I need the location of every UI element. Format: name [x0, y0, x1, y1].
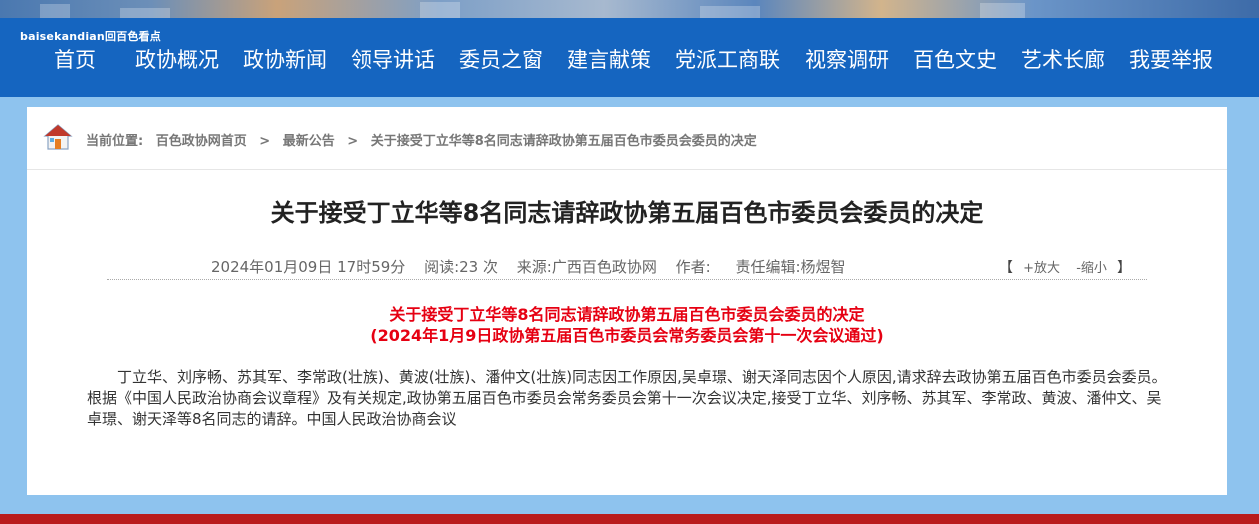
nav-item-home[interactable]: 首页: [54, 44, 96, 74]
nav-item-report[interactable]: 我要举报: [1129, 44, 1213, 74]
nav-item-news[interactable]: 政协新闻: [243, 44, 327, 74]
breadcrumb-home-link[interactable]: 百色政协网首页: [156, 134, 247, 149]
divider: [27, 169, 1227, 170]
article-meta: 2024年01月09日 17时59分 阅读:23 次 来源:广西百色政协网 作者…: [211, 256, 860, 277]
zoom-bracket-close: 】: [1117, 260, 1132, 276]
publish-datetime: 2024年01月09日 17时59分: [211, 258, 406, 276]
breadcrumb: 当前位置: 百色政协网首页 > 最新公告 > 关于接受丁立华等8名同志请辞政协第…: [86, 130, 757, 149]
article-title: 关于接受丁立华等8名同志请辞政协第五届百色市委员会委员的决定: [270, 199, 984, 227]
nav-item-art-gallery[interactable]: 艺术长廊: [1021, 44, 1105, 74]
top-banner-image: [0, 0, 1259, 18]
nav-item-proposals[interactable]: 建言献策: [567, 44, 651, 74]
main-navbar: baisekandian回百色看点 首页 政协概况 政协新闻 领导讲话 委员之窗…: [0, 18, 1259, 97]
article-author: 作者:: [675, 258, 711, 276]
breadcrumb-separator: >: [347, 134, 359, 149]
home-icon: [43, 122, 73, 152]
site-logo-text: baisekandian回百色看点: [20, 30, 161, 43]
breadcrumb-label: 当前位置:: [86, 134, 144, 149]
breadcrumb-current-page[interactable]: 关于接受丁立华等8名同志请辞政协第五届百色市委员会委员的决定: [371, 134, 757, 149]
nav-item-leader-speeches[interactable]: 领导讲话: [351, 44, 435, 74]
article-body: 丁立华、刘序畅、苏其军、李常政(壮族)、黄波(壮族)、潘仲文(壮族)同志因工作原…: [87, 368, 1167, 428]
breadcrumb-announcements-link[interactable]: 最新公告: [283, 134, 335, 149]
zoom-in-button[interactable]: +放大: [1023, 261, 1060, 276]
content-panel: 当前位置: 百色政协网首页 > 最新公告 > 关于接受丁立华等8名同志请辞政协第…: [27, 107, 1227, 495]
nav-item-inspection[interactable]: 视察调研: [805, 44, 889, 74]
nav-item-overview[interactable]: 政协概况: [135, 44, 219, 74]
zoom-out-button[interactable]: -缩小: [1076, 261, 1107, 276]
nav-item-history[interactable]: 百色文史: [913, 44, 997, 74]
read-count: 阅读:23 次: [424, 258, 498, 276]
nav-item-parties[interactable]: 党派工商联: [675, 44, 780, 74]
meta-dotted-divider: [107, 279, 1147, 280]
responsible-editor: 责任编辑:杨煜智: [735, 258, 846, 276]
article-source: 来源:广西百色政协网: [516, 258, 657, 276]
font-zoom-controls: 【 +放大 -缩小 】: [999, 257, 1131, 277]
zoom-bracket-open: 【: [999, 260, 1013, 276]
breadcrumb-separator: >: [259, 134, 271, 149]
footer-bar: [0, 514, 1259, 524]
nav-item-member-window[interactable]: 委员之窗: [459, 44, 543, 74]
decision-subheading: (2024年1月9日政协第五届百色市委员会常务委员会第十一次会议通过): [370, 326, 884, 345]
